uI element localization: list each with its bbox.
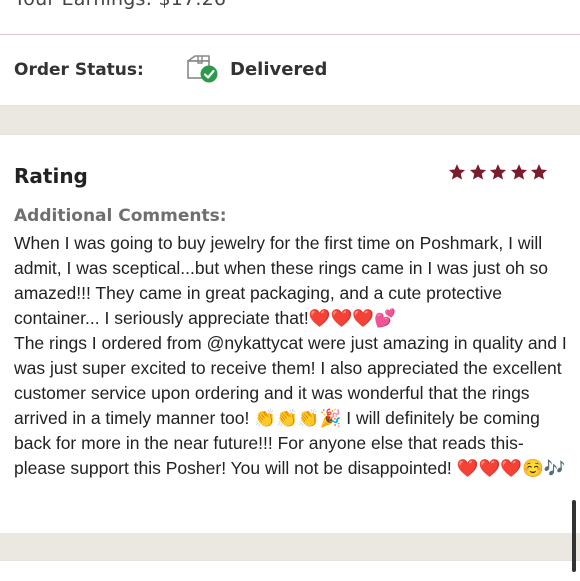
order-status-label: Order Status: (14, 60, 144, 80)
comment-text: When I was going to buy jewelry for the … (14, 233, 567, 478)
scrollbar-thumb[interactable] (572, 500, 576, 572)
rating-card: Rating Additional Comments: When I was g… (0, 134, 580, 534)
section-divider (0, 106, 580, 134)
order-status-card: Order Status: Delivered (0, 35, 580, 106)
order-status-value: Delivered (230, 59, 328, 80)
star-icon (469, 163, 487, 181)
star-icon (510, 163, 528, 181)
star-icon (530, 163, 548, 181)
rating-title: Rating (14, 164, 88, 188)
additional-comments-label: Additional Comments: (14, 206, 227, 226)
star-icon (448, 163, 466, 181)
star-rating (448, 163, 551, 181)
check-badge (200, 65, 218, 83)
earnings-text: Your Earnings: $17.26 (14, 0, 226, 10)
star-icon (489, 163, 507, 181)
section-divider (0, 533, 580, 560)
earnings-row: Your Earnings: $17.26 (0, 0, 580, 35)
next-card (0, 560, 580, 581)
delivered-box-check-icon (185, 54, 219, 84)
